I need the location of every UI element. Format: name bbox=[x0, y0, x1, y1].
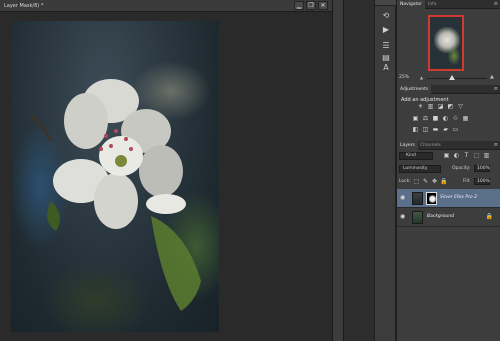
document-scrollbar[interactable] bbox=[332, 0, 344, 341]
lock-image-icon[interactable]: ✎ bbox=[422, 178, 429, 185]
adjustments-menu-icon[interactable]: ≡ bbox=[494, 86, 498, 92]
zoom-percent-field[interactable]: 25% bbox=[399, 75, 409, 80]
lock-position-icon[interactable]: ✥ bbox=[431, 178, 438, 185]
workspace-gap bbox=[344, 0, 374, 341]
adjustment-filter-icon[interactable]: ◐ bbox=[453, 152, 460, 159]
photo-filter-icon[interactable]: ◐ bbox=[442, 116, 449, 122]
navigator-menu-icon[interactable]: ≡ bbox=[494, 1, 498, 7]
layer-row-silver-efex[interactable]: ◉ Silver Efex Pro 2 bbox=[397, 189, 500, 208]
color-lookup-icon[interactable]: ▦ bbox=[462, 116, 469, 122]
panel-icon-strip: ⟲ ▶ ☰ ▤ A bbox=[374, 0, 397, 341]
lock-all-icon[interactable]: 🔒 bbox=[440, 178, 447, 185]
tab-info[interactable]: Info bbox=[425, 0, 440, 9]
pixel-filter-icon[interactable]: ▣ bbox=[443, 152, 450, 159]
tab-adjustments[interactable]: Adjustments bbox=[397, 85, 432, 94]
play-actions-icon[interactable]: ▶ bbox=[380, 24, 392, 35]
layer-filter-icons: ▣ ◐ T ⬚ ▥ bbox=[437, 152, 497, 160]
layer-row-background[interactable]: ◉ Background 🔒 bbox=[397, 208, 500, 227]
black-white-icon[interactable]: ■ bbox=[432, 116, 439, 122]
lock-label: Lock: bbox=[399, 179, 411, 184]
curves-icon[interactable]: ◪ bbox=[437, 104, 444, 110]
layer-comps-icon[interactable]: ☰ bbox=[380, 40, 392, 51]
restore-button[interactable]: ❐ bbox=[306, 1, 316, 10]
layer-name[interactable]: Background bbox=[427, 214, 454, 219]
zoom-in-icon[interactable]: ▲ bbox=[490, 74, 494, 80]
zoom-slider-knob[interactable] bbox=[449, 75, 456, 80]
adjustments-tab-bar: Adjustments ≡ bbox=[397, 85, 500, 94]
opacity-field[interactable]: 100% bbox=[474, 165, 490, 172]
layers-tab-bar: Layers Channels ≡ bbox=[397, 141, 500, 150]
layer-thumbnail[interactable] bbox=[412, 211, 423, 224]
document-window: Layer Mask/8) * ▁ ❐ ✕ bbox=[0, 0, 332, 341]
layer-filter-kind-select[interactable]: Kind bbox=[399, 152, 433, 160]
gradient-map-icon[interactable]: ▰ bbox=[442, 127, 449, 133]
navigator-thumbnail[interactable] bbox=[428, 15, 464, 71]
zoom-out-icon[interactable]: ▲ bbox=[420, 75, 423, 80]
navigator-zoom-row: 25% ▲ ▲ bbox=[397, 74, 500, 82]
document-tab-title[interactable]: Layer Mask/8) * bbox=[4, 3, 43, 9]
tab-layers[interactable]: Layers bbox=[397, 141, 418, 150]
type-filter-icon[interactable]: T bbox=[463, 152, 470, 159]
hue-saturation-icon[interactable]: ▣ bbox=[412, 116, 419, 122]
lock-icon: 🔒 bbox=[485, 213, 493, 220]
zoom-slider[interactable] bbox=[427, 78, 487, 79]
right-panels: Navigator Info ≡ 25% ▲ ▲ Adjustments ≡ A… bbox=[396, 0, 500, 341]
fill-label: Fill: bbox=[463, 179, 471, 184]
opacity-label: Opacity: bbox=[452, 166, 471, 171]
canvas-area[interactable] bbox=[0, 12, 332, 341]
navigator-tab-bar: Navigator Info ≡ bbox=[397, 0, 500, 9]
blend-mode-select[interactable]: Luminosity bbox=[399, 165, 441, 173]
fill-field[interactable]: 100% bbox=[474, 178, 490, 185]
channel-mixer-icon[interactable]: ♲ bbox=[452, 116, 459, 122]
tab-channels[interactable]: Channels bbox=[417, 141, 444, 150]
layers-menu-icon[interactable]: ≡ bbox=[494, 142, 498, 148]
posterize-icon[interactable]: ◫ bbox=[422, 127, 429, 133]
lock-transparent-icon[interactable]: ⬚ bbox=[413, 178, 420, 185]
selective-color-icon[interactable]: ▭ bbox=[452, 127, 459, 133]
eye-icon[interactable]: ◉ bbox=[400, 195, 406, 201]
vibrance-icon[interactable]: ▽ bbox=[457, 104, 464, 110]
minimize-button[interactable]: ▁ bbox=[294, 1, 304, 10]
exposure-icon[interactable]: ◩ bbox=[447, 104, 454, 110]
color-balance-icon[interactable]: ⚖ bbox=[422, 116, 429, 122]
threshold-icon[interactable]: ▬ bbox=[432, 127, 439, 133]
brightness-contrast-icon[interactable]: ☀ bbox=[417, 104, 424, 110]
tab-navigator[interactable]: Navigator bbox=[397, 0, 426, 9]
layer-thumbnail[interactable] bbox=[412, 192, 423, 205]
character-icon[interactable]: A bbox=[380, 62, 392, 73]
close-button[interactable]: ✕ bbox=[318, 1, 328, 10]
blossom-illustration bbox=[30, 79, 201, 311]
window-buttons: ▁ ❐ ✕ bbox=[294, 1, 328, 10]
document-tab-bar: Layer Mask/8) * ▁ ❐ ✕ bbox=[0, 0, 332, 12]
eye-icon[interactable]: ◉ bbox=[400, 214, 406, 220]
history-icon[interactable]: ⟲ bbox=[380, 10, 392, 21]
invert-icon[interactable]: ◧ bbox=[412, 127, 419, 133]
smart-object-filter-icon[interactable]: ▥ bbox=[483, 152, 490, 159]
layer-name[interactable]: Silver Efex Pro 2 bbox=[440, 195, 477, 200]
strip-grip[interactable] bbox=[375, 0, 397, 6]
levels-icon[interactable]: ▥ bbox=[427, 104, 434, 110]
layer-mask-thumbnail[interactable] bbox=[426, 192, 437, 205]
shape-filter-icon[interactable]: ⬚ bbox=[473, 152, 480, 159]
document-image[interactable] bbox=[11, 21, 219, 332]
